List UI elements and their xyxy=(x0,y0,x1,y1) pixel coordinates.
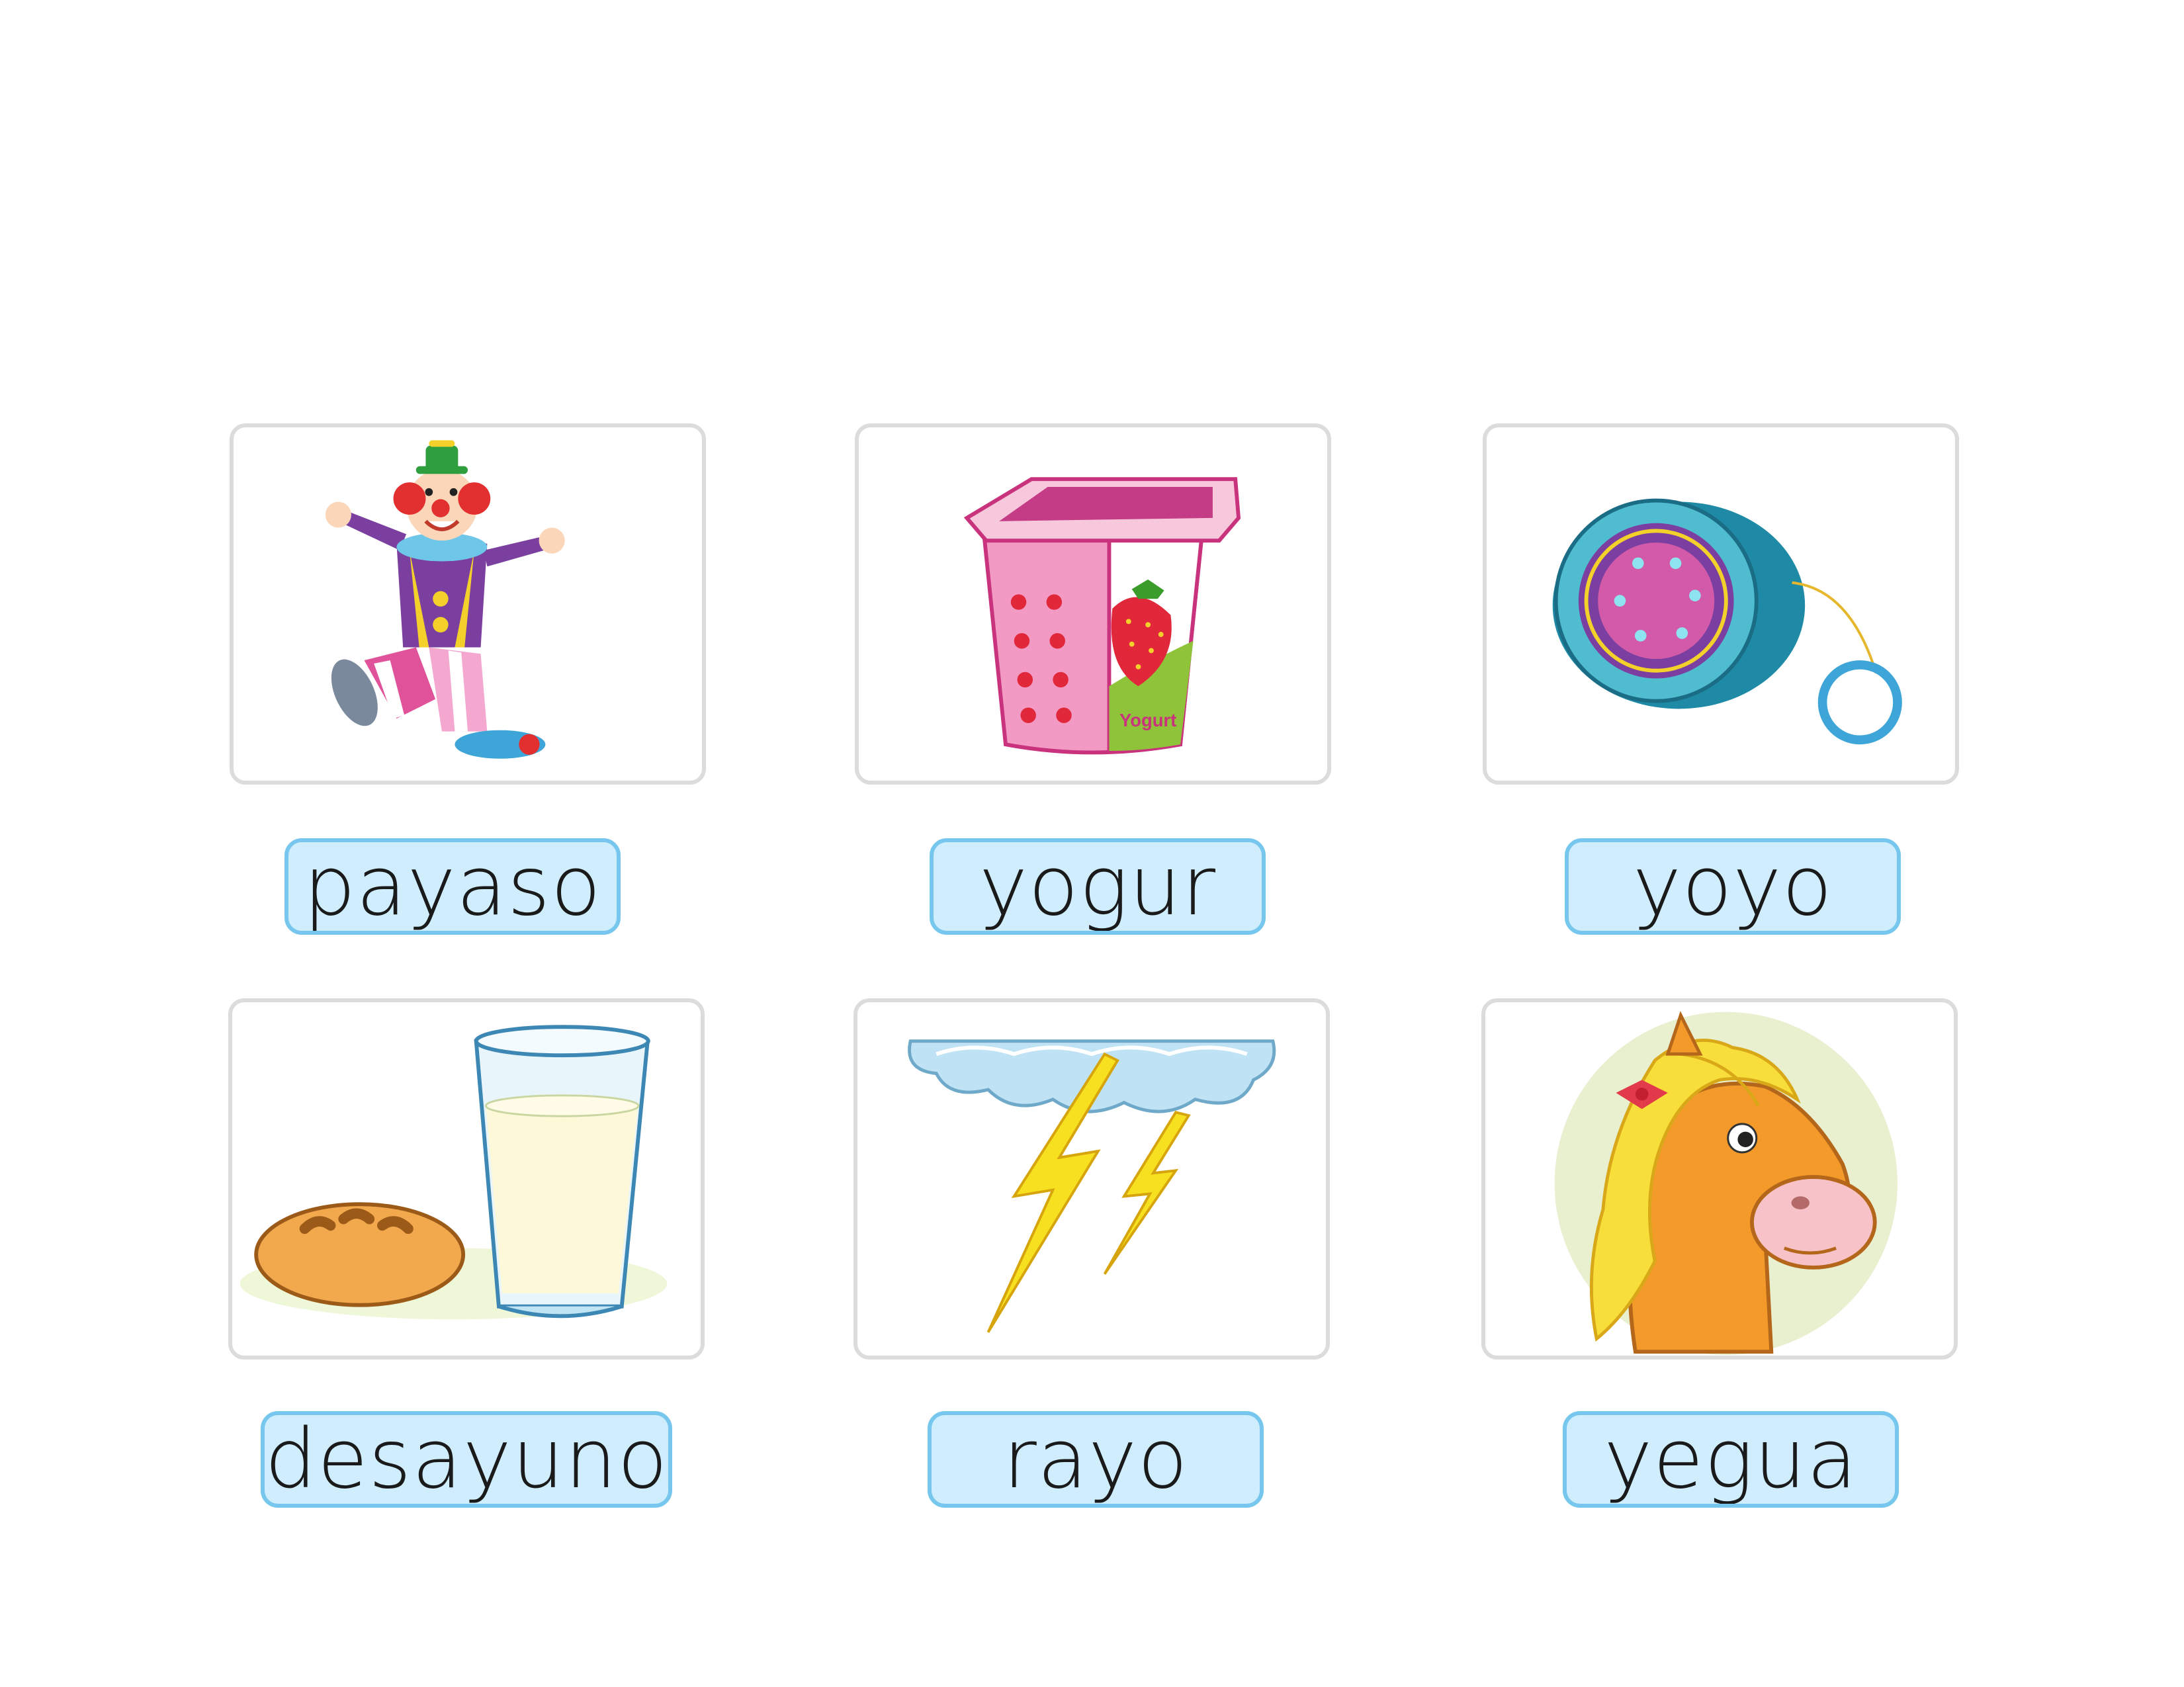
card-desayuno xyxy=(228,998,705,1360)
card-yegua xyxy=(1481,998,1958,1360)
clown-illustration xyxy=(325,440,565,759)
card-payaso xyxy=(230,423,706,785)
card-yogur: Yogurt xyxy=(855,423,1331,785)
card-yoyo xyxy=(1483,423,1959,785)
word-label: rayo xyxy=(928,1411,1264,1508)
word-label: yogur xyxy=(930,838,1266,935)
word-label: payaso xyxy=(284,838,621,935)
strawberry-yogurt-illustration: Yogurt xyxy=(963,477,1241,755)
yoyo-illustration xyxy=(1552,498,1902,745)
word-label: desayuno xyxy=(261,1411,672,1508)
bread-and-milk-illustration xyxy=(240,1025,668,1320)
word-label: yoyo xyxy=(1565,838,1901,935)
yogurt-packaging-text: Yogurt xyxy=(1119,710,1176,730)
mare-illustration xyxy=(1554,1011,1898,1356)
worksheet-page: { "cards": [ {"word": "payaso", "image":… xyxy=(0,0,2184,1687)
lightning-cloud-illustration xyxy=(908,1039,1276,1333)
word-label: yegua xyxy=(1563,1411,1899,1508)
card-rayo xyxy=(853,998,1330,1360)
